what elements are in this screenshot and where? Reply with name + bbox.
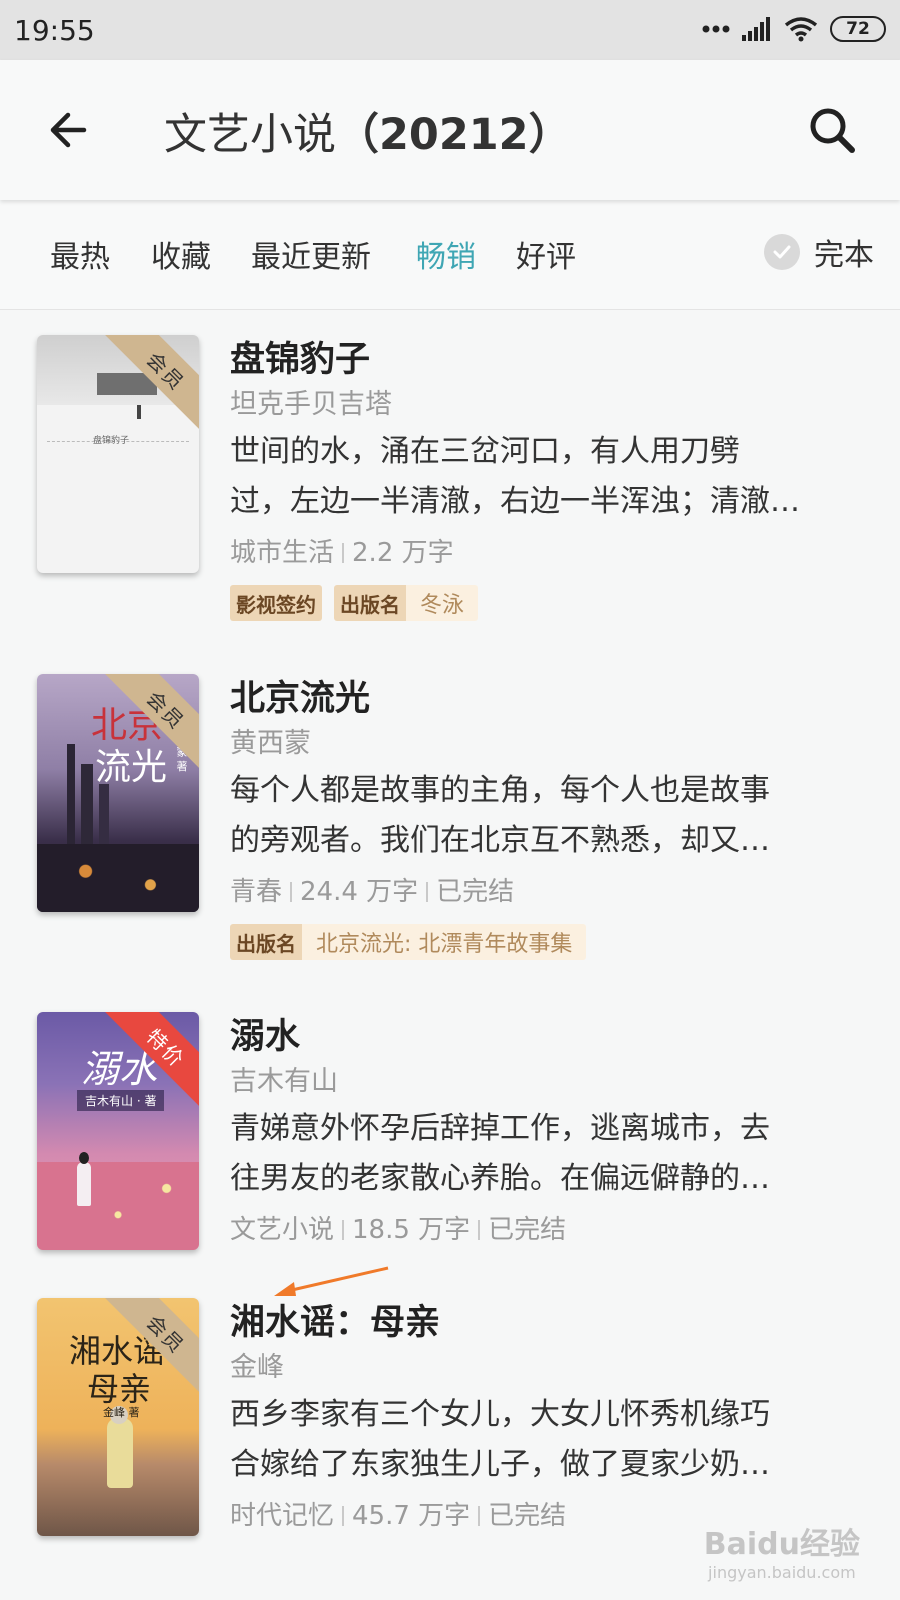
book-category: 文艺小说 <box>230 1215 335 1245</box>
book-author[interactable]: 坦克手贝吉塔 <box>230 385 870 425</box>
book-word-count: 2.2 万字 <box>352 538 454 568</box>
battery-icon: 72 <box>830 16 886 42</box>
tag-value: 冬泳 <box>406 585 479 621</box>
tab-bestselling[interactable]: 畅销 <box>416 232 476 276</box>
sort-tab-bar: 最热 收藏 最近更新 畅销 好评 完本 <box>0 200 900 310</box>
meta-divider <box>342 543 345 563</box>
status-icons: 72 <box>702 16 886 42</box>
page-title-count: （20212） <box>336 110 572 160</box>
meta-divider <box>478 1506 481 1526</box>
book-tags: 影视签约 出版名 冬泳 <box>230 585 870 621</box>
watermark-url: jingyan.baidu.com <box>708 1563 856 1582</box>
book-author[interactable]: 吉木有山 <box>230 1062 870 1102</box>
page-title-text: 文艺小说 <box>164 110 336 160</box>
tag-label: 出版名 <box>230 924 302 960</box>
book-title[interactable]: 盘锦豹子 <box>230 335 870 385</box>
book-category: 时代记忆 <box>230 1501 335 1531</box>
cover-author: 金峰 著 <box>103 1406 140 1419</box>
description-line: 世间的水，涌在三岔河口，有人用刀劈 <box>230 434 740 469</box>
book-meta: 青春 24.4 万字 已完结 <box>230 870 870 914</box>
check-circle-icon <box>764 234 800 270</box>
book-status: 已完结 <box>488 1215 567 1245</box>
tag-value: 北京流光: 北漂青年故事集 <box>302 924 587 960</box>
book-description: 每个人都是故事的主角，每个人也是故事 的旁观者。我们在北京互不熟悉，却又… <box>230 766 870 870</box>
page-title: 文艺小说（20212） <box>164 100 572 162</box>
book-cover[interactable]: 溺水 吉木有山 · 著 特价 <box>37 1012 199 1250</box>
book-word-count: 45.7 万字 <box>352 1501 471 1531</box>
cover-author: 吉木有山 · 著 <box>77 1090 165 1111</box>
tab-top-rated[interactable]: 好评 <box>516 232 576 276</box>
cover-title: 流光 <box>95 747 168 788</box>
more-dots-icon <box>702 25 730 33</box>
book-status: 已完结 <box>488 1501 567 1531</box>
app-bar: 文艺小说（20212） <box>0 60 900 200</box>
meta-divider <box>290 882 293 902</box>
completed-filter-label: 完本 <box>814 238 874 273</box>
book-meta: 城市生活 2.2 万字 <box>230 531 870 575</box>
meta-divider <box>426 882 429 902</box>
film-rights-tag: 影视签约 <box>230 585 322 621</box>
status-bar: 19:55 72 <box>0 0 900 60</box>
book-title[interactable]: 溺水 <box>230 1012 870 1062</box>
back-arrow-icon[interactable] <box>44 102 100 158</box>
published-name-tag: 出版名 冬泳 <box>334 585 479 621</box>
tag-label: 出版名 <box>334 585 406 621</box>
description-line: 青娣意外怀孕后辞掉工作，逃离城市，去 <box>230 1111 770 1146</box>
book-title[interactable]: 北京流光 <box>230 674 870 724</box>
watermark-logo: Baidu经验 <box>703 1527 860 1562</box>
book-description: 世间的水，涌在三岔河口，有人用刀劈 过，左边一半清澈，右边一半浑浊；清澈… <box>230 427 870 531</box>
book-tags: 出版名 北京流光: 北漂青年故事集 <box>230 924 870 960</box>
book-cover[interactable]: 盘锦豹子 会员 <box>37 335 199 573</box>
battery-level: 72 <box>846 19 870 39</box>
search-icon[interactable] <box>804 102 860 158</box>
tag-label: 影视签约 <box>230 585 322 621</box>
cover-title: 盘锦豹子 <box>93 436 130 446</box>
meta-divider <box>342 1506 345 1526</box>
book-category: 城市生活 <box>230 538 335 568</box>
description-line: 合嫁给了东家独生儿子，做了夏家少奶… <box>230 1447 770 1482</box>
book-cover[interactable]: 湘水谣 母亲 金峰 著 会员 <box>37 1298 199 1536</box>
baidu-watermark: Baidu经验 jingyan.baidu.com <box>704 1519 860 1582</box>
description-line: 每个人都是故事的主角，每个人也是故事 <box>230 773 770 808</box>
wifi-icon <box>784 17 818 42</box>
book-word-count: 24.4 万字 <box>300 877 419 907</box>
tab-recent-updates[interactable]: 最近更新 <box>251 232 371 276</box>
book-title[interactable]: 湘水谣：母亲 <box>230 1298 870 1348</box>
book-category: 青春 <box>230 877 283 907</box>
meta-divider <box>478 1220 481 1240</box>
tab-favorites[interactable]: 收藏 <box>151 232 211 276</box>
published-name-tag: 出版名 北京流光: 北漂青年故事集 <box>230 924 587 960</box>
book-description: 青娣意外怀孕后辞掉工作，逃离城市，去 往男友的老家散心养胎。在偏远僻静的… <box>230 1104 870 1208</box>
description-line: 往男友的老家散心养胎。在偏远僻静的… <box>230 1161 770 1196</box>
description-line: 过，左边一半清澈，右边一半浑浊；清澈… <box>230 484 800 519</box>
signal-icon <box>742 17 770 41</box>
description-line: 的旁观者。我们在北京互不熟悉，却又… <box>230 823 770 858</box>
book-author[interactable]: 黄西蒙 <box>230 724 870 764</box>
completed-filter-toggle[interactable]: 完本 <box>764 230 874 274</box>
annotation-arrow-icon <box>274 1266 389 1296</box>
book-description: 西乡李家有三个女儿，大女儿怀秀机缘巧 合嫁给了东家独生儿子，做了夏家少奶… <box>230 1390 870 1494</box>
book-meta: 文艺小说 18.5 万字 已完结 <box>230 1208 870 1252</box>
tab-hottest[interactable]: 最热 <box>50 232 110 276</box>
book-status: 已完结 <box>436 877 515 907</box>
description-line: 西乡李家有三个女儿，大女儿怀秀机缘巧 <box>230 1397 770 1432</box>
status-time: 19:55 <box>14 14 95 47</box>
book-word-count: 18.5 万字 <box>352 1215 471 1245</box>
book-cover[interactable]: 北京 流光 黄西蒙 著 会员 <box>37 674 199 912</box>
meta-divider <box>342 1220 345 1240</box>
book-author[interactable]: 金峰 <box>230 1348 870 1388</box>
